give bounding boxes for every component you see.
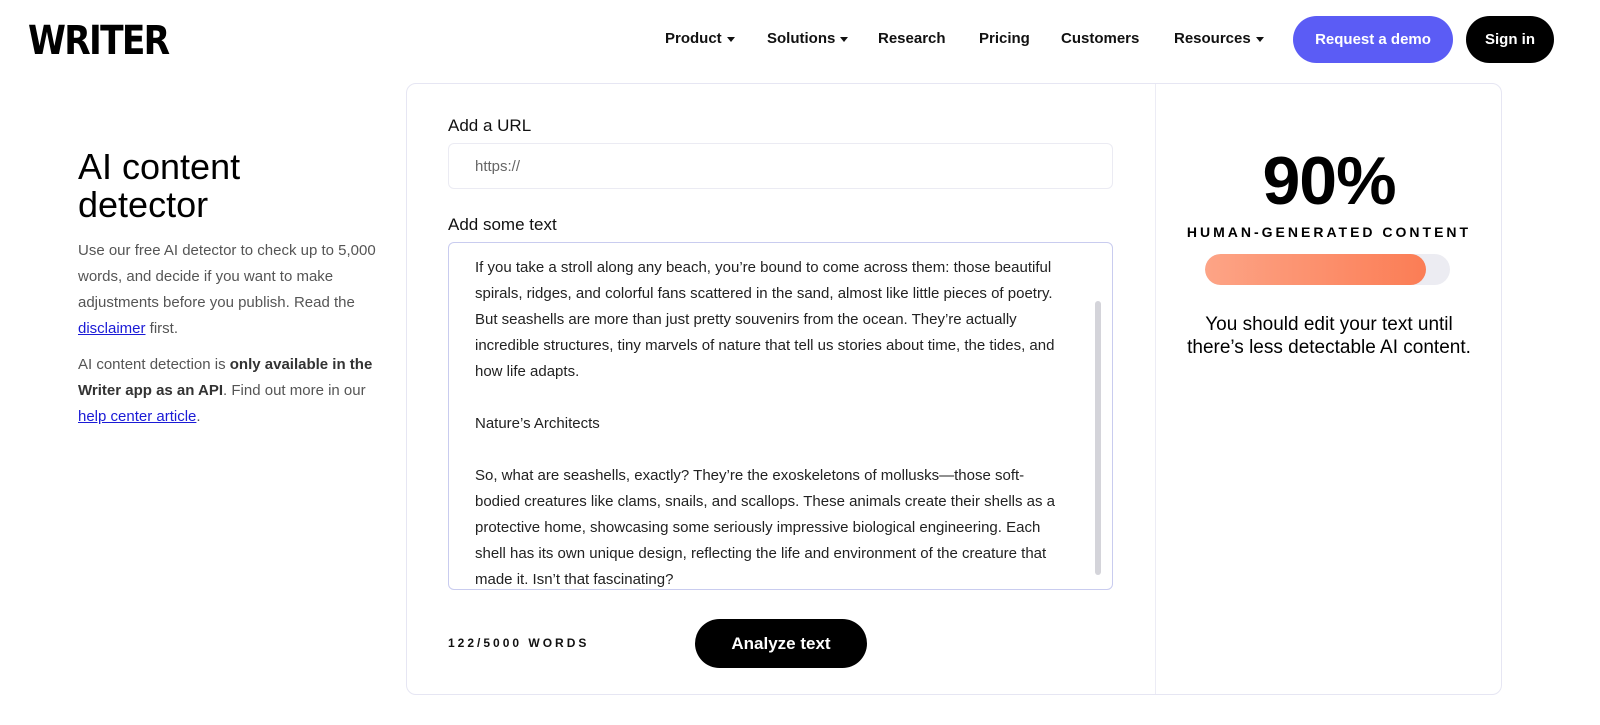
text-input-area[interactable]: If you take a stroll along any beach, yo… (448, 242, 1113, 590)
nav-resources-label: Resources (1174, 30, 1251, 47)
result-label: HUMAN-GENERATED CONTENT (1186, 224, 1472, 240)
api-note-text: AI content detection is (78, 356, 230, 373)
intro-section: AI content detector Use our free AI dete… (78, 148, 378, 440)
intro-text: Use our free AI detector to check up to … (78, 242, 376, 311)
result-percentage: 90% (1262, 143, 1396, 219)
text-scrollbar[interactable] (1095, 301, 1101, 575)
analyze-text-button[interactable]: Analyze text (695, 619, 867, 668)
text-paragraph: So, what are seashells, exactly? They’re… (475, 467, 1056, 588)
text-label: Add some text (448, 215, 557, 234)
url-input[interactable] (448, 143, 1113, 189)
chevron-down-icon (840, 36, 849, 42)
api-note: AI content detection is only available i… (78, 352, 378, 430)
nav-solutions-label: Solutions (767, 30, 836, 47)
nav-customers-label: Customers (1061, 30, 1140, 47)
nav-research-label: Research (878, 30, 946, 47)
text-paragraph: If you take a stroll along any beach, yo… (475, 259, 1055, 380)
chevron-down-icon (1255, 36, 1264, 42)
result-verdict: You should edit your text until there’s … (1187, 314, 1471, 358)
intro-description: Use our free AI detector to check up to … (78, 238, 378, 342)
request-demo-button[interactable]: Request a demo (1293, 16, 1453, 63)
text-content: If you take a stroll along any beach, yo… (475, 255, 1065, 589)
nav-product[interactable]: Product (665, 30, 735, 47)
nav-product-label: Product (665, 30, 722, 47)
writer-logo[interactable]: WRITER (28, 18, 170, 64)
result-progress-fill (1205, 254, 1426, 285)
result-progress-bar (1205, 254, 1450, 285)
nav-resources[interactable]: Resources (1174, 30, 1264, 47)
top-navigation: WRITER Product Solutions Research Pricin… (0, 0, 1600, 80)
word-count: 122/5000 WORDS (448, 636, 590, 650)
nav-research[interactable]: Research (878, 30, 946, 47)
page-title: AI content detector (78, 146, 241, 225)
disclaimer-link[interactable]: disclaimer (78, 320, 146, 337)
api-note-mid: . Find out more in our (223, 382, 366, 399)
nav-solutions[interactable]: Solutions (767, 30, 849, 47)
url-label: Add a URL (448, 116, 532, 135)
chevron-down-icon (726, 36, 735, 42)
text-paragraph: Nature’s Architects (475, 415, 600, 432)
nav-pricing[interactable]: Pricing (979, 30, 1030, 47)
sign-in-button[interactable]: Sign in (1466, 16, 1554, 63)
intro-text-end: first. (145, 320, 179, 337)
api-note-end: . (196, 408, 201, 425)
nav-customers[interactable]: Customers (1061, 30, 1139, 47)
help-center-link[interactable]: help center article (78, 408, 196, 425)
nav-pricing-label: Pricing (979, 30, 1030, 47)
